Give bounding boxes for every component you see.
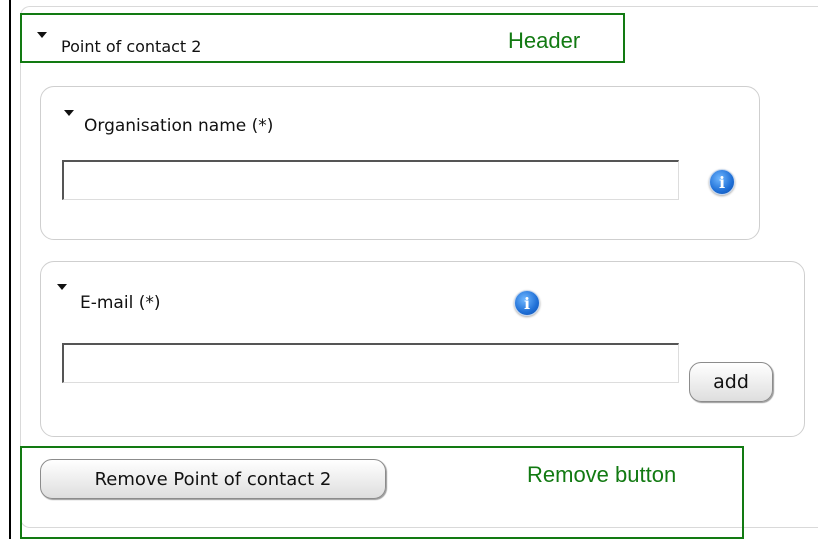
- organisation-name-input[interactable]: [62, 160, 679, 200]
- page-left-border: [9, 0, 11, 539]
- info-icon[interactable]: i: [514, 290, 540, 316]
- email-label: E-mail (*): [80, 293, 161, 313]
- add-button[interactable]: add: [689, 362, 773, 402]
- collapse-triangle-icon[interactable]: [64, 110, 74, 116]
- remove-button-annotation-box: [20, 446, 744, 539]
- organisation-name-label: Organisation name (*): [84, 116, 274, 136]
- email-input[interactable]: [62, 343, 679, 383]
- header-annotation-label: Header: [508, 28, 581, 53]
- collapse-triangle-icon[interactable]: [57, 284, 67, 290]
- info-icon[interactable]: i: [709, 169, 735, 195]
- remove-button-annotation-label: Remove button: [527, 462, 677, 487]
